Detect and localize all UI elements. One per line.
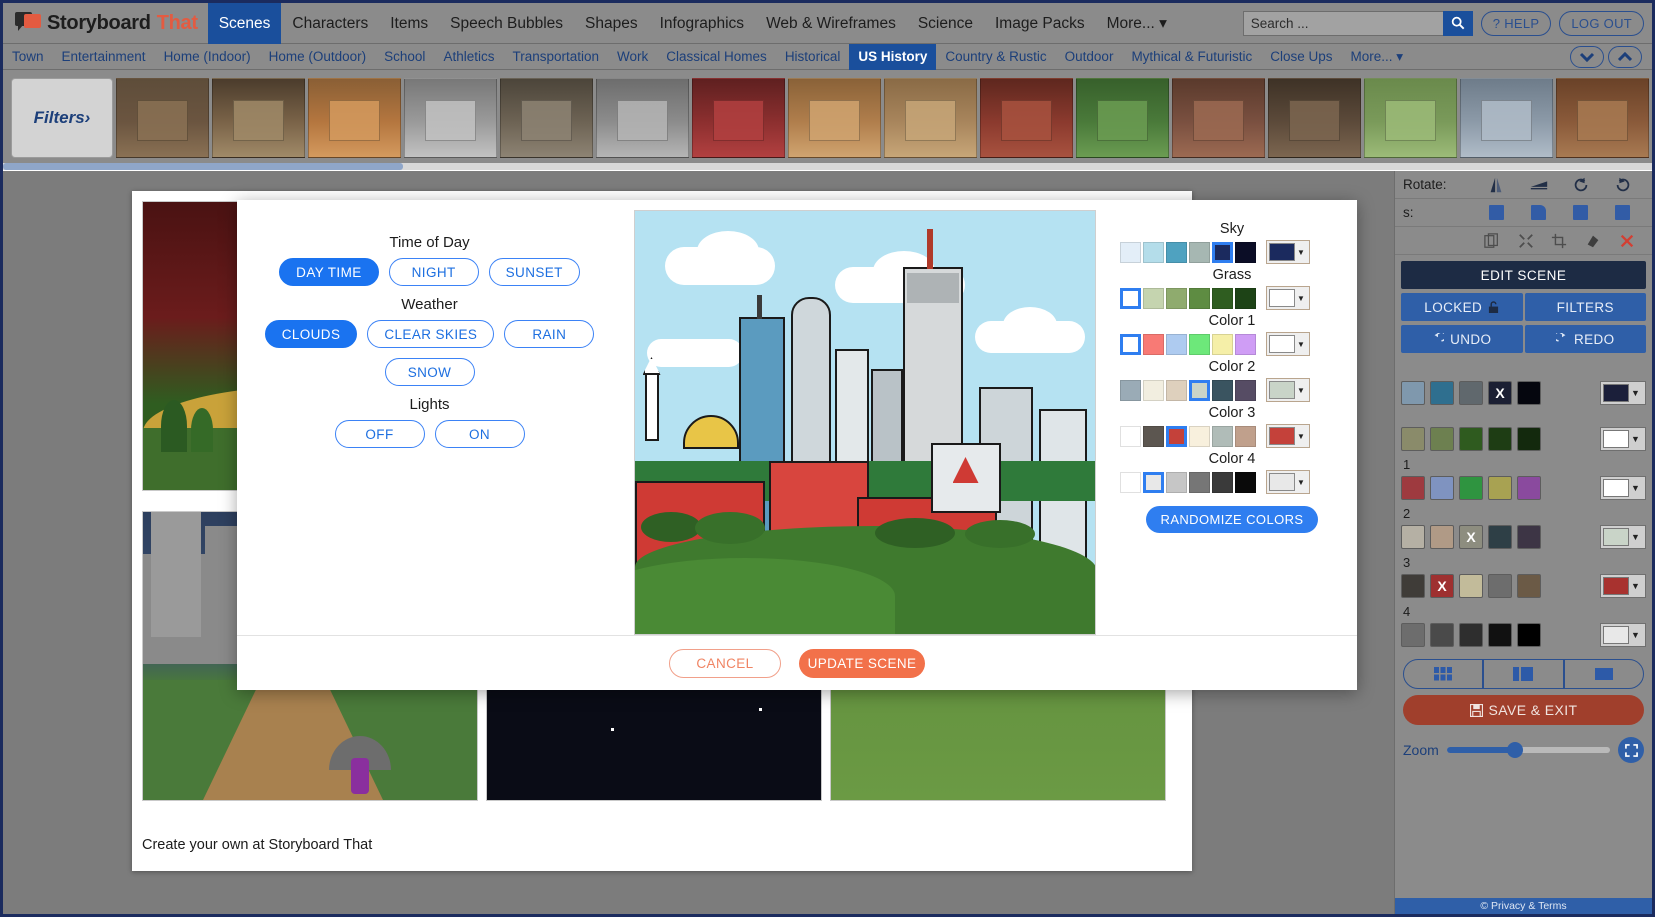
palette-swatch-color-3-2[interactable] (1166, 425, 1187, 447)
palette-row-color-4: ▼ (1107, 470, 1357, 494)
palette-swatch-sky-2[interactable] (1166, 241, 1187, 263)
palette-dropdown-color-3[interactable]: ▼ (1266, 424, 1310, 448)
option-time-of-day-night[interactable]: NIGHT (388, 258, 479, 286)
palette-swatch-grass-3[interactable] (1189, 287, 1210, 309)
palette-swatch-grass-2[interactable] (1166, 287, 1187, 309)
palette-swatch-color-4-5[interactable] (1235, 471, 1256, 493)
palette-dropdown-grass[interactable]: ▼ (1266, 286, 1310, 310)
palette-swatch-grass-5[interactable] (1235, 287, 1256, 309)
palette-swatch-sky-4[interactable] (1212, 241, 1233, 263)
palette-swatch-color-1-3[interactable] (1189, 333, 1210, 355)
palette-row-color-2: ▼ (1107, 378, 1357, 402)
option-group-time-of-day: DAY TIME NIGHT SUNSET (237, 258, 622, 286)
chevron-down-icon: ▼ (1297, 431, 1305, 441)
cancel-button[interactable]: CANCEL (669, 648, 781, 678)
palette-dropdown-color-4[interactable]: ▼ (1266, 470, 1310, 494)
palette-dropdown-chip (1269, 289, 1295, 307)
palette-swatch-color-2-0[interactable] (1120, 379, 1141, 401)
palette-dropdown-chip (1269, 473, 1295, 491)
option-weather-clear-skies[interactable]: CLEAR SKIES (367, 320, 495, 348)
option-time-of-day-sunset[interactable]: SUNSET (488, 258, 580, 286)
palette-dropdown-color-1[interactable]: ▼ (1266, 332, 1310, 356)
palette-row-color-1: ▼ (1107, 332, 1357, 356)
palette-swatch-grass-4[interactable] (1212, 287, 1233, 309)
option-weather-clouds[interactable]: CLOUDS (264, 320, 358, 348)
palette-swatch-color-2-5[interactable] (1235, 379, 1256, 401)
chevron-down-icon: ▼ (1297, 385, 1305, 395)
palette-swatch-color-1-1[interactable] (1143, 333, 1164, 355)
palette-label-color-3: Color 3 (1208, 405, 1256, 421)
chevron-down-icon: ▼ (1297, 339, 1305, 349)
palette-label-color-4: Color 4 (1208, 451, 1256, 467)
palette-swatch-color-4-0[interactable] (1120, 471, 1141, 493)
palette-swatch-color-3-3[interactable] (1189, 425, 1210, 447)
palette-swatch-color-2-1[interactable] (1143, 379, 1164, 401)
palette-swatch-sky-5[interactable] (1235, 241, 1256, 263)
scene-option-groups: Time of Day DAY TIME NIGHT SUNSET Weather CLO… (237, 210, 622, 635)
modal-body: Time of Day DAY TIME NIGHT SUNSET Weather CLO… (237, 200, 1357, 635)
palette-swatch-color-3-4[interactable] (1212, 425, 1233, 447)
chevron-down-icon: ▼ (1297, 247, 1305, 257)
palette-row-sky: ▼ (1107, 240, 1357, 264)
storyboard-that-app: Storyboard That Scenes Characters Items Spee… (0, 0, 1655, 917)
palette-swatch-color-1-5[interactable] (1235, 333, 1256, 355)
palette-swatch-color-1-0[interactable] (1120, 333, 1141, 355)
option-group-lights: OFF ON (237, 420, 622, 448)
palette-label-sky: Sky (1219, 221, 1245, 237)
palette-swatch-grass-1[interactable] (1143, 287, 1164, 309)
palette-swatch-sky-1[interactable] (1143, 241, 1164, 263)
palette-swatch-grass-0[interactable] (1120, 287, 1141, 309)
palette-label-grass: Grass (1212, 267, 1252, 283)
palette-swatch-color-2-3[interactable] (1189, 379, 1210, 401)
palette-swatch-sky-0[interactable] (1120, 241, 1141, 263)
modal-footer: CANCEL UPDATE SCENE (237, 635, 1357, 690)
palette-swatch-color-1-4[interactable] (1212, 333, 1233, 355)
palette-swatch-color-1-2[interactable] (1166, 333, 1187, 355)
chevron-down-icon: ▼ (1297, 293, 1305, 303)
palette-label-color-2: Color 2 (1208, 359, 1256, 375)
option-group-weather: CLOUDS CLEAR SKIES RAIN SNOW (237, 320, 622, 386)
palette-dropdown-sky[interactable]: ▼ (1266, 240, 1310, 264)
option-lights-on[interactable]: ON (434, 420, 525, 448)
palette-swatch-color-4-1[interactable] (1143, 471, 1164, 493)
palette-swatch-color-4-4[interactable] (1212, 471, 1233, 493)
option-weather-snow[interactable]: SNOW (384, 358, 475, 386)
option-weather-rain[interactable]: RAIN (504, 320, 595, 348)
chevron-down-icon: ▼ (1297, 477, 1305, 487)
palette-row-color-3: ▼ (1107, 424, 1357, 448)
scene-preview-container (622, 210, 1107, 635)
palette-dropdown-chip (1269, 381, 1295, 399)
option-lights-off[interactable]: OFF (334, 420, 425, 448)
palette-swatch-color-3-1[interactable] (1143, 425, 1164, 447)
option-time-of-day-day-time[interactable]: DAY TIME (279, 258, 379, 286)
scene-color-palettes: Sky ▼ Grass ▼ Color 1 ▼ Color 2 ▼ Color 3 ▼ Color … (1107, 210, 1357, 635)
option-group-title-weather: Weather (401, 296, 458, 313)
palette-swatch-sky-3[interactable] (1189, 241, 1210, 263)
city-skyline-preview[interactable] (633, 210, 1096, 635)
option-group-title-lights: Lights (409, 396, 450, 413)
edit-scene-modal: Time of Day DAY TIME NIGHT SUNSET Weather CLO… (237, 200, 1357, 690)
randomize-colors-button[interactable]: RANDOMIZE COLORS (1146, 506, 1318, 533)
palette-dropdown-chip (1269, 243, 1295, 261)
palette-swatch-color-2-4[interactable] (1212, 379, 1233, 401)
palette-row-grass: ▼ (1107, 286, 1357, 310)
palette-swatch-color-4-2[interactable] (1166, 471, 1187, 493)
palette-dropdown-color-2[interactable]: ▼ (1266, 378, 1310, 402)
palette-dropdown-chip (1269, 427, 1295, 445)
palette-dropdown-chip (1269, 335, 1295, 353)
palette-swatch-color-3-0[interactable] (1120, 425, 1141, 447)
palette-swatch-color-3-5[interactable] (1235, 425, 1256, 447)
palette-label-color-1: Color 1 (1208, 313, 1256, 329)
palette-swatch-color-2-2[interactable] (1166, 379, 1187, 401)
update-scene-button[interactable]: UPDATE SCENE (799, 648, 925, 678)
option-group-title-time-of-day: Time of Day (389, 234, 470, 251)
palette-swatch-color-4-3[interactable] (1189, 471, 1210, 493)
